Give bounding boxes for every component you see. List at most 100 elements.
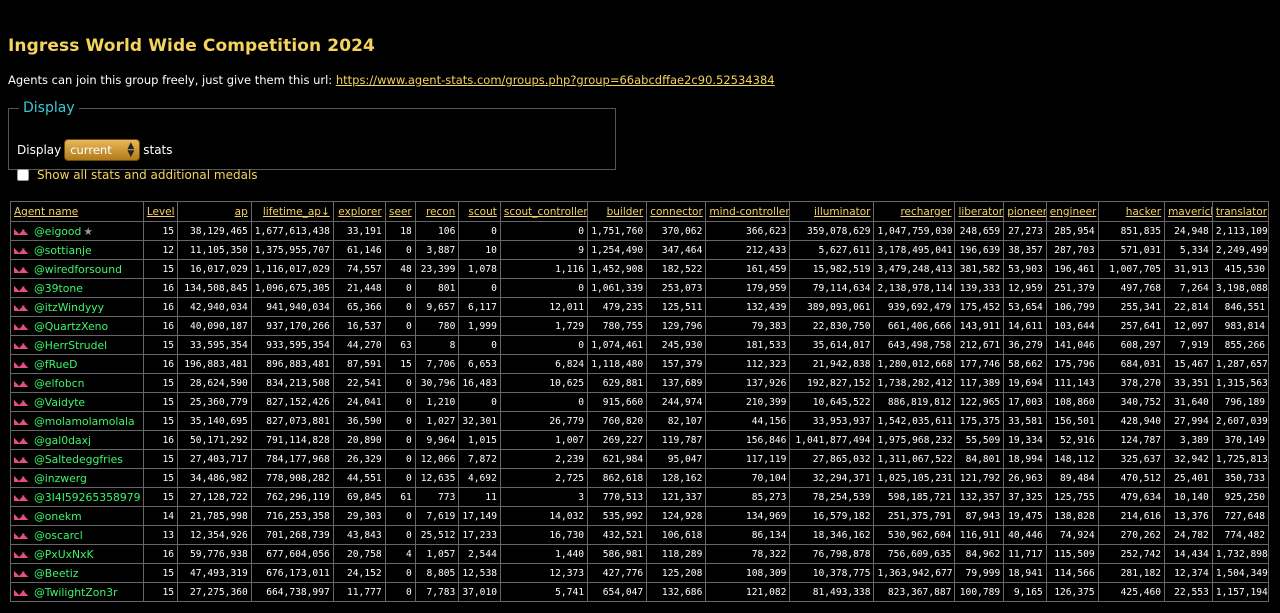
column-header-18[interactable]: maverick [1164,201,1213,222]
agent-name-link[interactable]: @inzwerg [34,472,87,485]
column-header-10[interactable]: connector [646,201,707,222]
stat-cell: 325,637 [1097,449,1166,469]
agent-name-link[interactable]: @itzWindyyy [34,301,104,314]
stat-cell: 9,165 [1003,582,1047,602]
group-url-link[interactable]: https://www.agent-stats.com/groups.php?g… [336,73,775,87]
stat-cell: 2,138,978,114 [873,278,956,298]
agent-name-cell[interactable]: ◣◢◣ @oscarcl [10,525,144,545]
agent-name-cell[interactable]: ◣◢◣ @molamolamolala [10,411,144,431]
agent-name-cell[interactable]: ◣◢◣ @gal0daxj [10,430,144,450]
agent-name-link[interactable]: @gal0daxj [34,434,91,447]
stats-period-select[interactable]: current ▲ ▼ [64,139,141,161]
column-header-9[interactable]: builder [587,201,648,222]
stat-cell: 347,464 [646,240,707,260]
stat-cell: 11 [458,487,501,507]
agent-name-link[interactable]: @QuartzXeno [34,320,108,333]
column-header-7[interactable]: scout [458,201,501,222]
stat-cell: 823,367,887 [873,582,956,602]
stat-cell: 82,107 [646,411,707,431]
agent-name-cell[interactable]: ◣◢◣ @QuartzXeno [10,316,144,336]
stat-cell: 87,591 [332,354,386,374]
stat-cell: 621,984 [587,449,648,469]
agent-name-cell[interactable]: ◣◢◣ @3I4I59265358979 [10,487,144,507]
stat-cell: 6,653 [458,354,501,374]
enlightened-faction-icon: ◣◢◣ [14,398,28,407]
agent-name-cell[interactable]: ◣◢◣ @inzwerg [10,468,144,488]
column-header-11[interactable]: mind-controller [705,201,791,222]
agent-name-cell[interactable]: ◣◢◣ @eigood ★ [10,221,144,241]
stat-cell: 12,066 [414,449,460,469]
agent-name-cell[interactable]: ◣◢◣ @PxUxNxK [10,544,144,564]
agent-name-cell[interactable]: ◣◢◣ @sottianje [10,240,144,260]
agent-name-cell[interactable]: ◣◢◣ @Vaidyte [10,392,144,412]
stat-cell: 35,140,695 [177,411,252,431]
stat-cell: 4,692 [458,468,501,488]
agent-name-cell[interactable]: ◣◢◣ @HerrStrudel [10,335,144,355]
stat-cell: 138,828 [1045,506,1099,526]
stat-cell: 108,860 [1045,392,1099,412]
agent-name-cell[interactable]: ◣◢◣ @itzWindyyy [10,297,144,317]
stat-cell: 0 [458,278,501,298]
table-row: ◣◢◣ @PxUxNxK 16 59,776,938 677,604,056 20,758… [10,544,1270,564]
stat-cell: 2,725 [499,468,589,488]
agent-name-link[interactable]: @sottianje [34,244,92,257]
stat-cell: 7,919 [1164,335,1213,355]
agent-name-link[interactable]: @onekm [34,510,82,523]
agent-name-link[interactable]: @TwilightZon3r [34,586,118,599]
stat-cell: 5,627,611 [789,240,875,260]
enlightened-faction-icon: ◣◢◣ [14,246,28,255]
column-header-15[interactable]: pioneer [1003,201,1047,222]
agent-name-link[interactable]: @39tone [34,282,83,295]
join-info: Agents can join this group freely, just … [8,73,775,87]
column-header-19[interactable]: translator [1211,201,1270,222]
agent-name-cell[interactable]: ◣◢◣ @Saltedeggfries [10,449,144,469]
enlightened-faction-icon: ◣◢◣ [14,531,28,540]
column-header-14[interactable]: liberator [954,201,1005,222]
column-header-8[interactable]: scout_controller [499,201,589,222]
agent-name-link[interactable]: @oscarcl [34,529,83,542]
agent-name-cell[interactable]: ◣◢◣ @elfobcn [10,373,144,393]
column-header-3[interactable]: lifetime_ap↓ [250,201,334,222]
agent-name-link[interactable]: @elfobcn [34,377,84,390]
column-header-17[interactable]: hacker [1097,201,1166,222]
agent-name-link[interactable]: @eigood [34,225,81,238]
stat-cell: 827,073,881 [250,411,334,431]
column-header-6[interactable]: recon [414,201,460,222]
column-header-4[interactable]: explorer [332,201,386,222]
stat-cell: 784,177,968 [250,449,334,469]
stat-cell: 16 [142,316,179,336]
stat-cell: 106,618 [646,525,707,545]
agent-name-cell[interactable]: ◣◢◣ @fRueD [10,354,144,374]
stat-cell: 933,595,354 [250,335,334,355]
column-header-16[interactable]: engineer [1045,201,1099,222]
agent-name-cell[interactable]: ◣◢◣ @onekm [10,506,144,526]
stat-cell: 1,729 [499,316,589,336]
agent-name-link[interactable]: @Vaidyte [34,396,85,409]
stat-cell: 1,116,017,029 [250,259,334,279]
stat-cell: 18,941 [1003,563,1047,583]
agent-name-link[interactable]: @Saltedeggfries [34,453,123,466]
agent-name-link[interactable]: @PxUxNxK [34,548,94,561]
column-header-2[interactable]: ap [177,201,252,222]
agent-name-cell[interactable]: ◣◢◣ @TwilightZon3r [10,582,144,602]
stat-cell: 15 [142,582,179,602]
column-header-12[interactable]: illuminator [789,201,875,222]
agent-name-link[interactable]: @molamolamolala [34,415,135,428]
agent-name-link[interactable]: @wiredforsound [34,263,122,276]
column-header-13[interactable]: recharger [873,201,956,222]
agent-name-link[interactable]: @Beetiz [34,567,78,580]
agent-name-cell[interactable]: ◣◢◣ @wiredforsound [10,259,144,279]
column-header-5[interactable]: seer [384,201,416,222]
agent-name-link[interactable]: @HerrStrudel [34,339,107,352]
enlightened-faction-icon: ◣◢◣ [14,341,28,350]
agent-name-cell[interactable]: ◣◢◣ @39tone [10,278,144,298]
agent-name-link[interactable]: @fRueD [34,358,77,371]
show-all-checkbox[interactable] [17,169,29,181]
column-header-1[interactable]: Level [142,201,179,222]
stat-cell: 939,692,479 [873,297,956,317]
agent-name-cell[interactable]: ◣◢◣ @Beetiz [10,563,144,583]
agent-name-link[interactable]: @3I4I59265358979 [34,491,140,504]
stat-cell: 15 [142,563,179,583]
column-header-0[interactable]: Agent name [10,201,144,222]
stat-cell: 12,373 [499,563,589,583]
